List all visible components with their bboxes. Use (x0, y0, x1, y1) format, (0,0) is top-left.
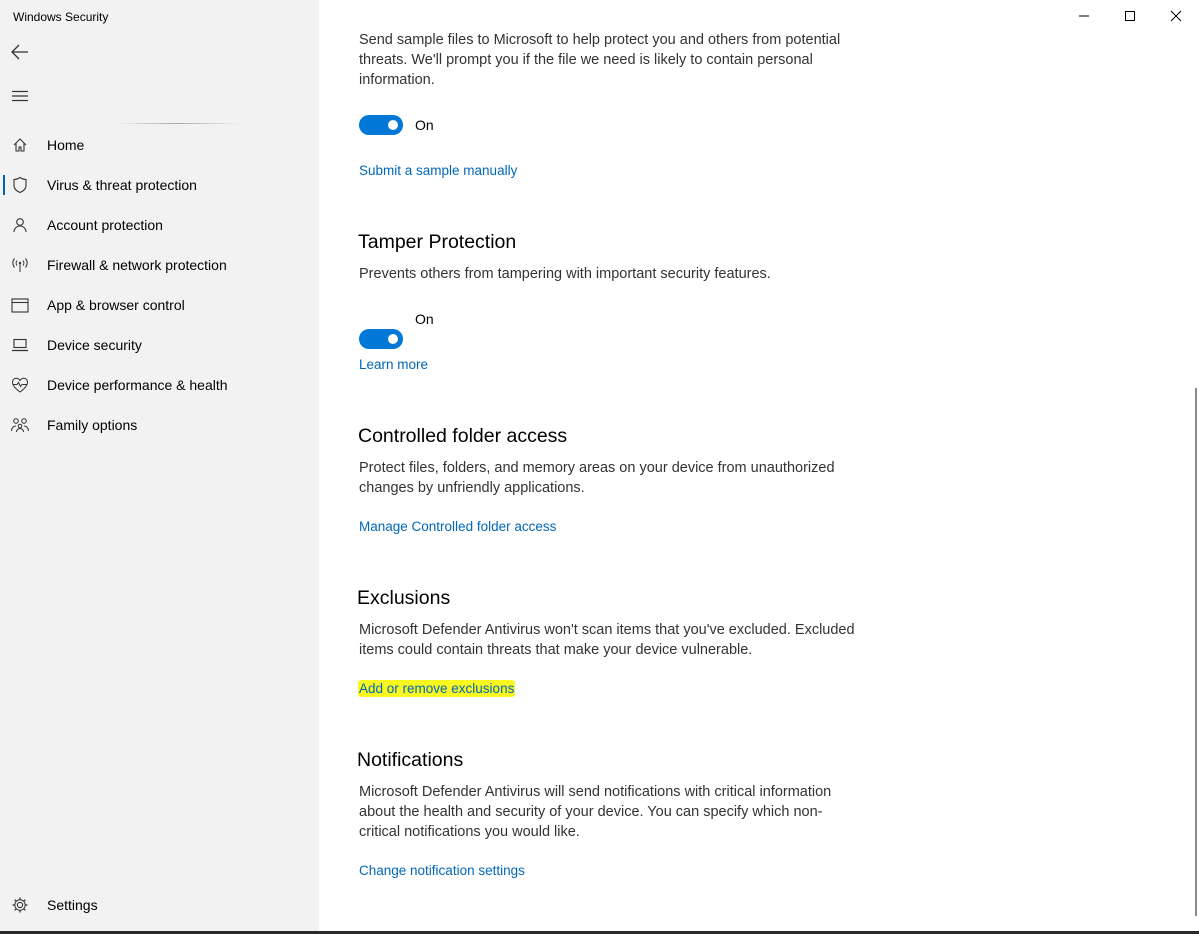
sample-submission-toggle-state: On (415, 117, 434, 133)
add-remove-exclusions-link[interactable]: Add or remove exclusions (358, 680, 516, 697)
controlled-folder-access-heading: Controlled folder access (358, 425, 568, 447)
sidebar-item-label: App & browser control (47, 297, 185, 313)
sidebar-item-label: Device performance & health (47, 377, 228, 393)
app-title: Windows Security (13, 10, 109, 24)
gear-icon (10, 895, 30, 915)
learn-more-link[interactable]: Learn more (359, 357, 428, 372)
tamper-protection-description: Prevents others from tampering with impo… (359, 266, 771, 282)
submit-sample-link[interactable]: Submit a sample manually (359, 163, 517, 178)
antenna-icon (10, 255, 30, 275)
back-arrow-icon (11, 44, 28, 60)
family-icon (10, 415, 30, 435)
home-icon (10, 135, 30, 155)
sidebar-item-label: Home (47, 137, 85, 153)
toggle-knob (388, 120, 398, 130)
sidebar-item-home[interactable]: Home (0, 125, 319, 165)
sidebar-item-label: Virus & threat protection (47, 177, 197, 193)
sidebar-item-label: Device security (47, 337, 142, 353)
sidebar-item-app-browser-control[interactable]: App & browser control (0, 285, 319, 325)
sidebar-item-label: Family options (47, 417, 138, 433)
sidebar-nav: Home Virus & threat protection Account p… (0, 125, 319, 445)
notifications-description: Microsoft Defender Antivirus will send n… (359, 784, 832, 840)
main-content: Send sample files to Microsoft to help p… (319, 0, 1199, 934)
exclusions-heading: Exclusions (357, 587, 451, 609)
tamper-protection-toggle-state: On (415, 311, 434, 327)
sidebar-item-firewall-network-protection[interactable]: Firewall & network protection (0, 245, 319, 285)
sample-submission-description: Send sample files to Microsoft to help p… (359, 32, 841, 88)
hamburger-icon (12, 90, 28, 102)
tamper-protection-heading: Tamper Protection (358, 231, 517, 253)
sidebar-item-family-options[interactable]: Family options (0, 405, 319, 445)
controlled-folder-access-description: Protect files, folders, and memory areas… (359, 460, 835, 496)
sidebar-item-label: Account protection (47, 217, 163, 233)
vertical-scrollbar[interactable] (1195, 388, 1197, 916)
tamper-protection-toggle[interactable] (359, 329, 403, 349)
sidebar-item-account-protection[interactable]: Account protection (0, 205, 319, 245)
back-button[interactable] (8, 40, 32, 64)
sidebar-item-label: Firewall & network protection (47, 257, 227, 273)
sample-submission-toggle[interactable] (359, 115, 403, 135)
settings-label: Settings (47, 897, 98, 913)
notifications-heading: Notifications (357, 749, 464, 771)
menu-button[interactable] (8, 84, 32, 108)
sidebar-item-settings[interactable]: Settings (0, 885, 319, 925)
sidebar-item-virus-threat-protection[interactable]: Virus & threat protection (0, 165, 319, 205)
sidebar-item-device-security[interactable]: Device security (0, 325, 319, 365)
sidebar-item-device-performance-health[interactable]: Device performance & health (0, 365, 319, 405)
change-notification-settings-link[interactable]: Change notification settings (359, 863, 525, 878)
heart-icon (10, 375, 30, 395)
person-icon (10, 215, 30, 235)
browser-window-icon (10, 295, 30, 315)
manage-controlled-folder-access-link[interactable]: Manage Controlled folder access (359, 519, 556, 534)
exclusions-description: Microsoft Defender Antivirus won't scan … (359, 622, 855, 658)
laptop-icon (10, 335, 30, 355)
sidebar-divider (115, 123, 240, 124)
shield-icon (10, 175, 30, 195)
toggle-knob (388, 334, 398, 344)
sidebar: Windows Security Home Virus & threat pro… (0, 0, 319, 934)
